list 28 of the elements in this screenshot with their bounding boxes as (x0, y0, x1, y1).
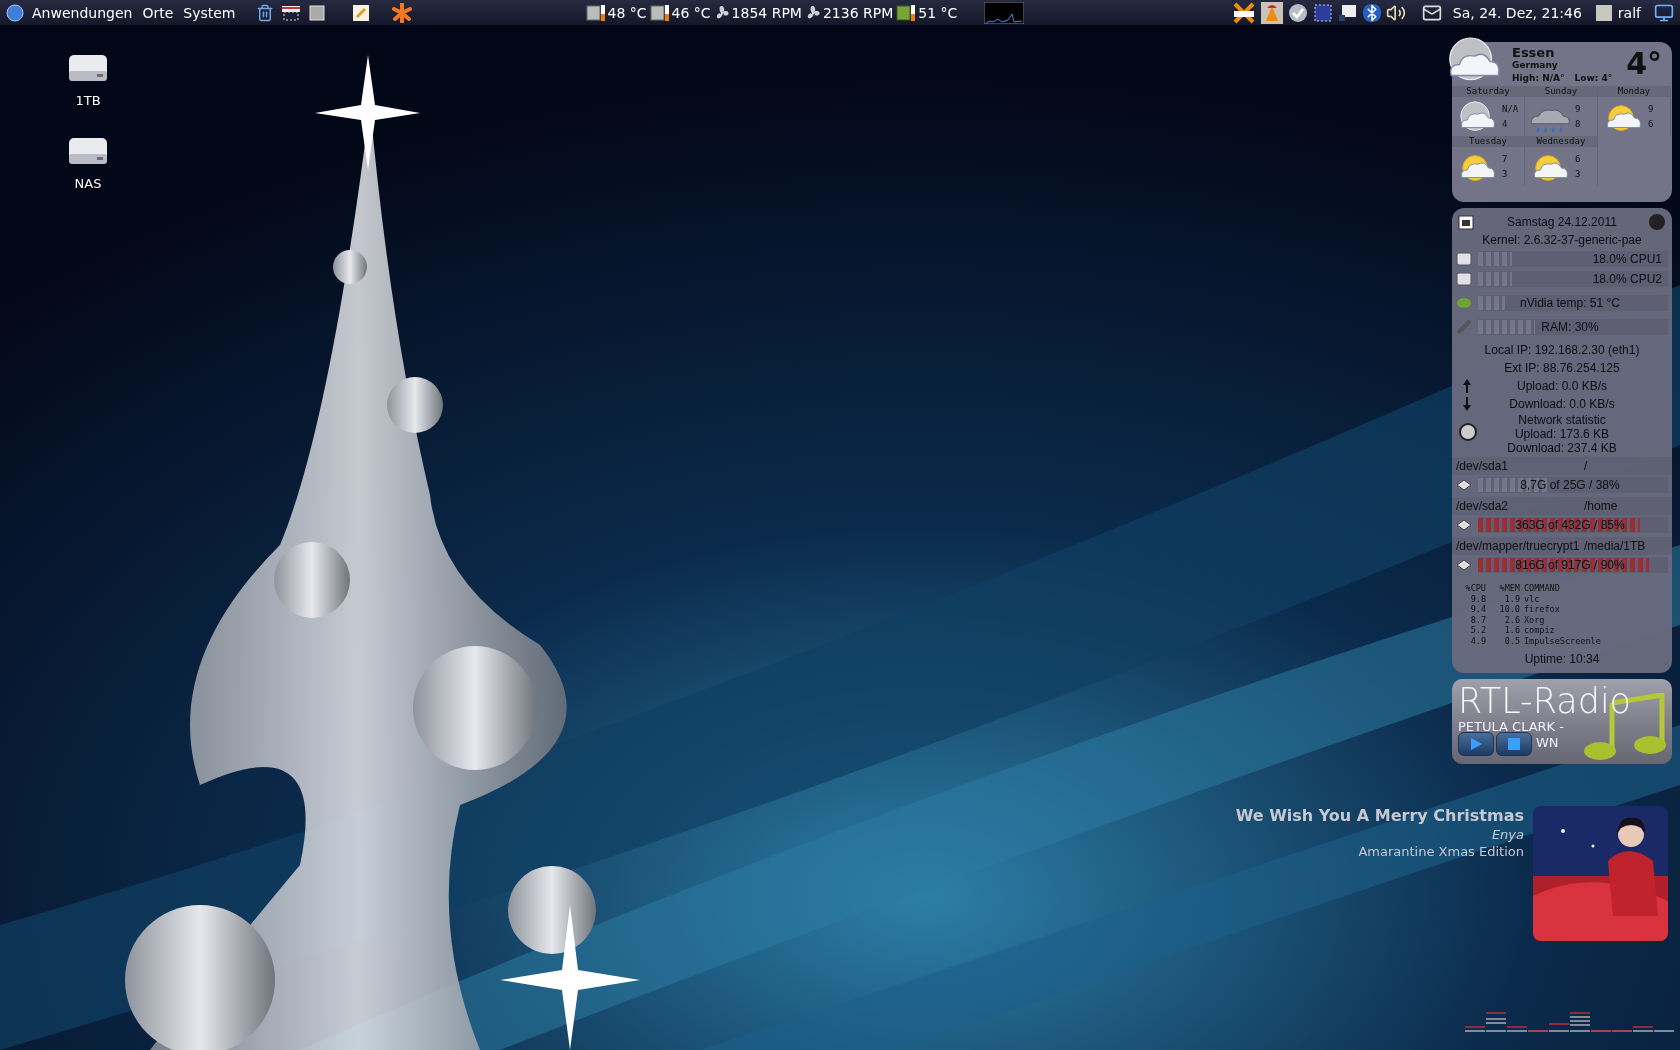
chat-icon[interactable] (1231, 1, 1256, 24)
window-icon[interactable] (307, 3, 326, 22)
menu-item[interactable]: System (181, 4, 238, 21)
traffic-cone-icon[interactable] (1260, 1, 1283, 24)
thermometer-chip-icon (649, 3, 670, 22)
sensor-reading: 48 °C (607, 4, 647, 21)
pencil-note-icon[interactable] (351, 3, 370, 22)
globe-icon[interactable] (6, 3, 24, 22)
bluetooth-icon[interactable] (1362, 3, 1381, 22)
grid-icon[interactable] (1312, 2, 1333, 23)
flower-icon[interactable] (391, 2, 412, 23)
sensor-reading: 51 °C (918, 4, 958, 21)
thermometer-chip-icon (585, 3, 606, 22)
sensor-reading: 2136 RPM (822, 4, 894, 21)
menu-item[interactable]: Orte (140, 4, 176, 21)
sensor-reading: 46 °C (671, 4, 711, 21)
user-square-icon (1594, 3, 1613, 22)
screen-icon[interactable] (1337, 2, 1358, 23)
monitor-icon[interactable] (1654, 2, 1674, 23)
clock[interactable]: Sa, 24. Dez, 21:46 (1452, 4, 1582, 21)
user-menu[interactable]: ralf (1594, 3, 1641, 22)
load-graph-drawing (984, 1, 1025, 24)
menu-item[interactable]: Anwendungen (30, 4, 135, 21)
gpu-chip-icon (896, 3, 917, 22)
speaker-icon[interactable] (1385, 2, 1406, 23)
sensor-reading: 1854 RPM (731, 4, 802, 21)
trash-icon[interactable] (255, 3, 274, 22)
check-icon[interactable] (1287, 2, 1308, 23)
